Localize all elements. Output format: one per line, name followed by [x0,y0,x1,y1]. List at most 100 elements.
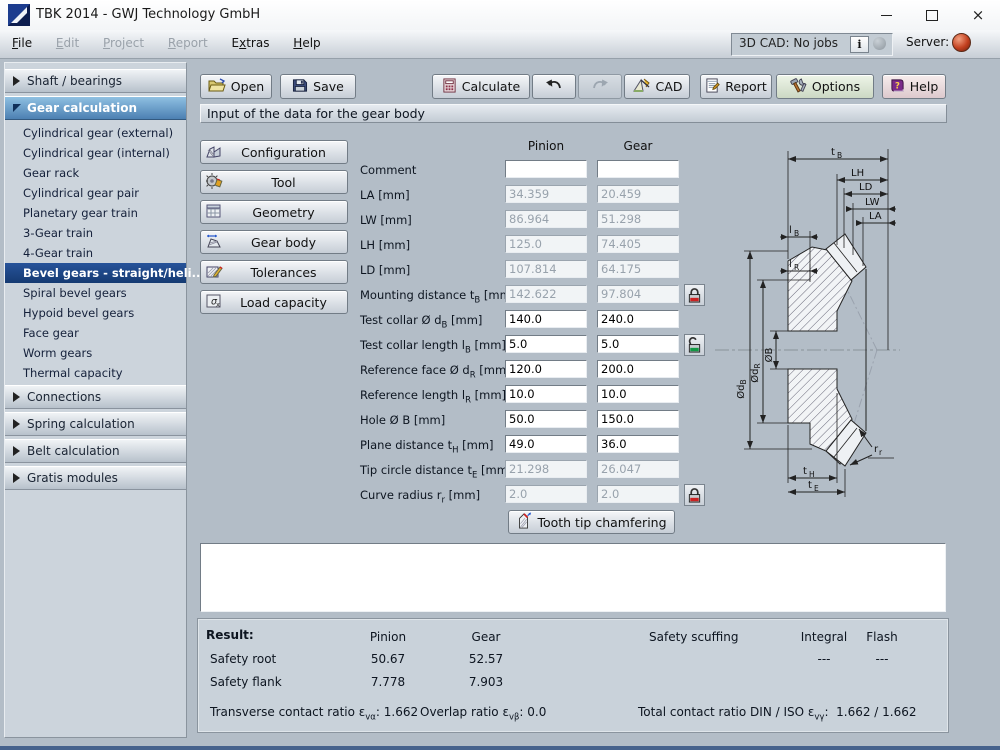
result-value: 50.67 [370,652,406,666]
server-status-indicator [952,33,971,52]
result-value: 7.778 [370,675,406,689]
minimize-button[interactable] [864,0,908,30]
result-col-integral: Integral [800,630,848,644]
sidebar-section-gear-calculation[interactable]: Gear calculation [5,96,186,120]
menu-extras[interactable]: Extras [222,30,280,57]
pinion-lh-input [505,235,587,253]
tooth-tip-chamfering-button[interactable]: Tooth tip chamfering [508,510,675,534]
sidebar-item-face-gear[interactable]: Face gear [5,323,186,343]
result-title: Result: [206,628,254,642]
pinion-test-collar-length-input[interactable] [505,335,587,353]
result-row-label: Safety flank [210,675,282,689]
gear-reference-face-diameter-input[interactable] [597,360,679,378]
pinion-reference-face-diameter-input[interactable] [505,360,587,378]
result-col-flash: Flash [866,630,898,644]
close-button[interactable]: × [956,0,1000,30]
pinion-comment-input[interactable] [505,160,587,178]
sidebar-item-4-gear-train[interactable]: 4-Gear train [5,243,186,263]
sidebar-item-hypoid-bevel-gears[interactable]: Hypoid bevel gears [5,303,186,323]
calculate-button[interactable]: Calculate [432,74,530,99]
sidebar-section-belt-calculation[interactable]: Belt calculation [5,439,186,463]
gear-plane-distance-input[interactable] [597,435,679,453]
sidebar-section-spring-calculation[interactable]: Spring calculation [5,412,186,436]
sidebar-section-shaft-bearings[interactable]: Shaft / bearings [5,69,186,93]
cad-info-button[interactable]: i [850,36,869,53]
sidebar-item-cylindrical-gear-pair[interactable]: Cylindrical gear pair [5,183,186,203]
section-title: Input of the data for the gear body [200,104,947,123]
pinion-ld-input [505,260,587,278]
gear-hole-diameter-input[interactable] [597,410,679,428]
sidebar-item-worm-gears[interactable]: Worm gears [5,343,186,363]
field-label-plane-distance: Plane distance tH [mm] [360,438,494,456]
sidebar-item-bevel-gears[interactable]: Bevel gears - straight/heli... [5,263,205,283]
pinion-test-collar-diameter-input[interactable] [505,310,587,328]
save-floppy-icon [292,78,308,96]
dim-label-db: ØdB [735,379,748,398]
column-header-gear: Gear [623,139,653,153]
load-capacity-button[interactable]: σx Load capacity [200,290,348,314]
options-button[interactable]: Options [776,74,874,99]
gear-body-icon [205,232,223,253]
column-header-pinion: Pinion [527,139,565,153]
gear-reference-length-input[interactable] [597,385,679,403]
gear-body-button[interactable]: Gear body [200,230,348,254]
chevron-right-icon [13,76,20,86]
configuration-icon [205,142,223,163]
field-label-test-collar-diameter: Test collar Ø dB [mm] [360,313,483,331]
chevron-expanded-icon [13,104,21,112]
geometry-button[interactable]: Geometry [200,200,348,224]
application-window: TBK 2014 - GWJ Technology GmbH × File Ed… [0,0,1000,750]
tool-button[interactable]: Tool [200,170,348,194]
sidebar-item-spiral-bevel-gears[interactable]: Spiral bevel gears [5,283,186,303]
redo-button [578,74,622,99]
chamfer-icon [516,512,532,533]
help-button[interactable]: ? Help [882,74,946,99]
result-value: --- [817,652,831,666]
field-label-comment: Comment [360,163,417,177]
cad-status-box: 3D CAD: No jobs i [731,33,893,56]
result-total-ratio: Total contact ratio DIN / ISO εvγ: 1.662… [638,705,917,723]
report-button[interactable]: Report [700,74,772,99]
sidebar-item-gear-rack[interactable]: Gear rack [5,163,186,183]
pinion-hole-diameter-input[interactable] [505,410,587,428]
pinion-plane-distance-input[interactable] [505,435,587,453]
sidebar-section-gratis-modules[interactable]: Gratis modules [5,466,186,490]
chevron-right-icon [13,446,20,456]
pinion-reference-length-input[interactable] [505,385,587,403]
cad-button[interactable]: CAD [624,74,690,99]
redo-icon [591,79,609,95]
sidebar-section-connections[interactable]: Connections [5,385,186,409]
load-capacity-sigma-icon: σx [205,292,223,313]
sidebar-item-planetary-gear-train[interactable]: Planetary gear train [5,203,186,223]
server-label: Server: [906,35,950,49]
menu-file[interactable]: File [2,30,42,57]
undo-button[interactable] [532,74,576,99]
dim-label-lr: l [789,259,792,270]
svg-text:x: x [216,300,220,308]
save-button[interactable]: Save [280,74,356,99]
gear-lh-input [597,235,679,253]
app-logo-icon [8,4,30,29]
gear-comment-input[interactable] [597,160,679,178]
svg-text:B: B [837,151,842,160]
maximize-button[interactable] [910,0,954,30]
gear-test-collar-length-input[interactable] [597,335,679,353]
dim-label-la: LA [869,211,882,222]
field-label-tip-circle-distance: Tip circle distance tE [mm] [360,463,513,481]
field-label-curve-radius: Curve radius rr [mm] [360,488,481,506]
sidebar-item-thermal-capacity[interactable]: Thermal capacity [5,363,186,383]
svg-text:B: B [794,229,799,238]
menu-help[interactable]: Help [283,30,330,57]
gear-test-collar-diameter-input[interactable] [597,310,679,328]
configuration-button[interactable]: Configuration [200,140,348,164]
sidebar-item-cylindrical-gear-external[interactable]: Cylindrical gear (external) [5,123,186,143]
sidebar-item-cylindrical-gear-internal[interactable]: Cylindrical gear (internal) [5,143,186,163]
tolerances-button[interactable]: Tolerances [200,260,348,284]
open-button[interactable]: Open [200,74,272,99]
chevron-right-icon [13,419,20,429]
sidebar-item-3-gear-train[interactable]: 3-Gear train [5,223,186,243]
result-value: 52.57 [468,652,504,666]
svg-text:r: r [879,448,883,457]
pinion-mounting-distance-input [505,285,587,303]
undo-icon [545,79,563,95]
